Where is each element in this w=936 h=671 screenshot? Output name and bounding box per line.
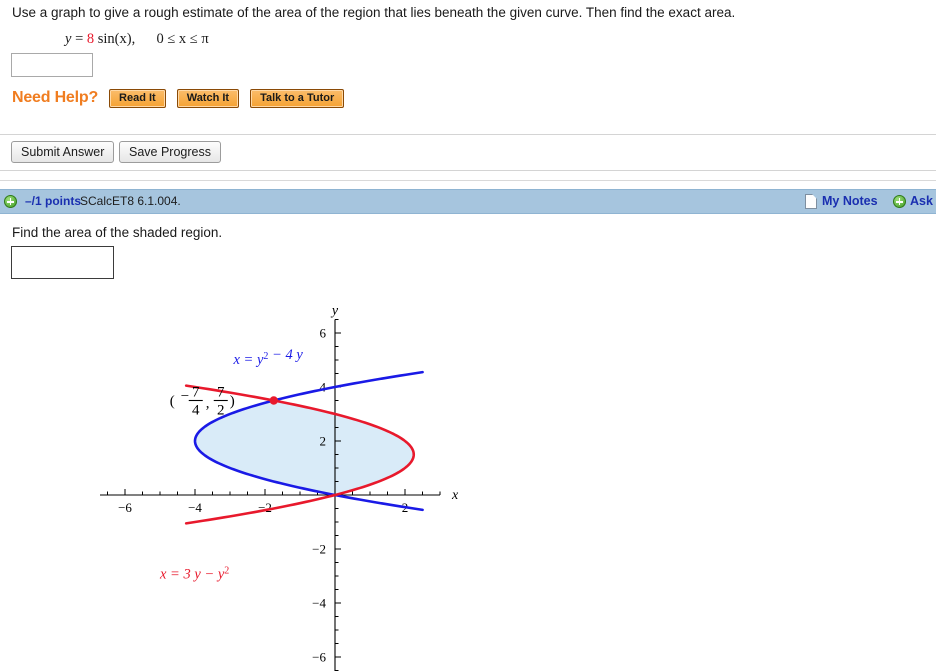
problem-code-label: SCalcET8 6.1.004. (80, 194, 181, 208)
svg-text:−: − (181, 389, 189, 405)
ask-link[interactable]: Ask (910, 194, 933, 208)
need-help-row: Need Help? Read It Watch It Talk to a Tu… (12, 86, 355, 110)
curve-red-equation-label: x = 3 y − y2 (159, 566, 229, 583)
talk-to-a-tutor-button[interactable]: Talk to a Tutor (250, 88, 345, 108)
watch-it-button[interactable]: Watch It (176, 88, 240, 108)
region-plot: −6 −4 −2 2642−2−4−6xyx = y2 − 4 yx = 3 y − … (100, 304, 459, 671)
x-tick-label: −2 (258, 500, 272, 515)
submit-answer-button[interactable]: Submit Answer (11, 141, 115, 163)
submit-row-filler-panel (228, 134, 936, 171)
svg-text:,: , (206, 396, 210, 412)
problem1-equation: y = 8 sin(x), 0 ≤ x ≤ π (65, 31, 209, 48)
ask-plus-icon[interactable] (893, 195, 906, 208)
equation-lhs: y (65, 31, 72, 47)
x-tick-label: −6 (118, 500, 132, 515)
expand-plus-icon[interactable] (4, 195, 17, 208)
svg-text:2: 2 (217, 403, 225, 419)
y-tick-label: −2 (312, 542, 326, 557)
save-progress-button[interactable]: Save Progress (119, 141, 221, 163)
points-label: –/1 points (25, 194, 82, 208)
note-page-icon[interactable] (805, 194, 817, 209)
need-help-label: Need Help? (12, 89, 99, 106)
x-axis-label: x (451, 488, 459, 503)
graph-figure: −6 −4 −2 2 6 4 2 −2 −4 −6 x y x = y2 − 4 yx = 3 y − … (100, 296, 500, 671)
y-tick-label: −6 (312, 650, 326, 665)
svg-text:4: 4 (192, 403, 200, 419)
problem2-prompt: Find the area of the shaded region. (12, 225, 223, 240)
y-tick-label: −4 (312, 596, 326, 611)
equation-function: sin(x), (97, 31, 136, 47)
curve-blue-equation-label: x = y2 − 4 y (233, 347, 304, 368)
svg-text:7: 7 (217, 385, 225, 401)
svg-text:(: ( (170, 394, 175, 410)
intersection-point-label: (−74,72) (170, 385, 235, 419)
equation-coefficient: 8 (86, 31, 95, 47)
answer-input-2[interactable] (11, 246, 114, 279)
equation-equals: = (75, 31, 84, 47)
intersection-point (269, 396, 278, 405)
x-tick-label: −4 (188, 500, 202, 515)
my-notes-link[interactable]: My Notes (822, 194, 878, 208)
y-tick-label: 6 (320, 326, 327, 341)
section-divider (0, 180, 936, 181)
svg-text:7: 7 (192, 385, 200, 401)
svg-text:): ) (230, 394, 235, 410)
y-axis-label: y (330, 304, 339, 319)
answer-input-1[interactable] (11, 53, 93, 77)
equation-domain: 0 ≤ x ≤ π (156, 31, 209, 47)
problem1-prompt: Use a graph to give a rough estimate of … (12, 5, 736, 20)
y-tick-label: 2 (320, 434, 327, 449)
y-tick-label: 4 (320, 380, 327, 395)
read-it-button[interactable]: Read It (109, 88, 166, 108)
